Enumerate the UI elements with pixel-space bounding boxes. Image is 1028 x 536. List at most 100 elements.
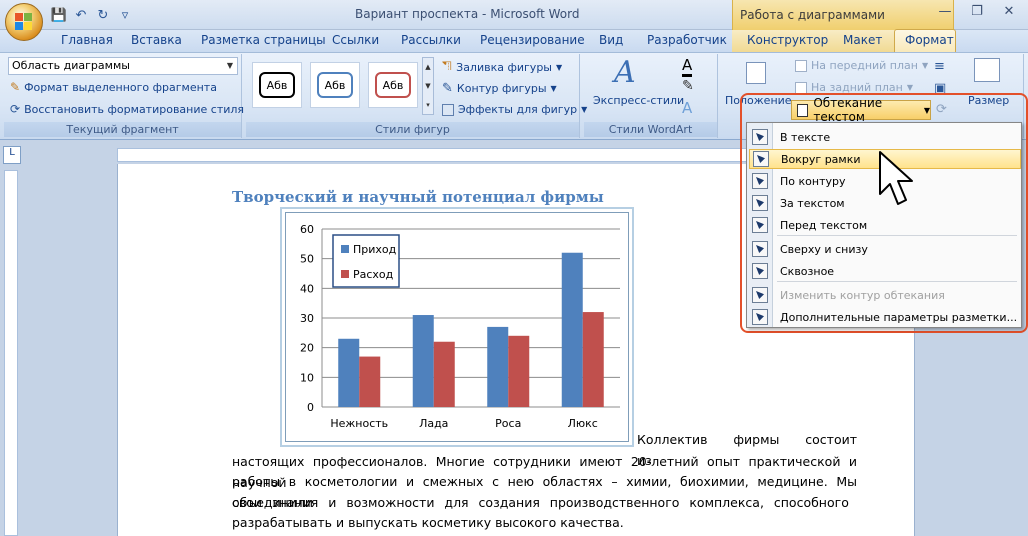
customize-icon[interactable]: ▿	[116, 6, 134, 24]
menu-item-label: Перед текстом	[780, 218, 868, 232]
y-tick-label: 60	[300, 223, 314, 236]
menu-item-label: Дополнительные параметры разметки...	[780, 310, 1018, 324]
chart-area[interactable]: 0 10 20 30 40 50 60 Нежность Лада Роса Люкс Приход Р…	[285, 212, 629, 442]
shape-style-red[interactable]: Абв	[368, 62, 418, 108]
menu-separator	[777, 281, 1017, 282]
styles-scroll[interactable]: ▲ ▼ ▾	[422, 57, 434, 115]
y-tick-label: 10	[300, 371, 314, 384]
bring-front-icon	[795, 59, 807, 72]
menu-item-label: Изменить контур обтекания	[780, 288, 945, 302]
wrap-edit-points-icon	[752, 287, 768, 303]
tab-references[interactable]: Ссылки	[332, 33, 379, 47]
wrap-through-icon	[752, 263, 768, 279]
menu-item-wrap-top-bottom[interactable]: Сверху и снизу	[749, 239, 1021, 259]
y-tick-label: 20	[300, 342, 314, 355]
minimize-icon[interactable]: —	[932, 4, 958, 24]
menu-item-wrap-more-options[interactable]: Дополнительные параметры разметки...	[749, 307, 1021, 327]
menu-item-label: Вокруг рамки	[781, 152, 861, 166]
shape-style-black[interactable]: Абв	[252, 62, 302, 108]
reset-style-button[interactable]: ⟳ Восстановить форматирование стиля	[10, 102, 244, 116]
menu-item-label: По контуру	[780, 174, 846, 188]
y-tick-label: 40	[300, 282, 314, 295]
send-back-icon	[795, 81, 807, 94]
menu-item-label: В тексте	[780, 130, 831, 144]
chart-tools-title: Работа с диаграммами	[740, 8, 885, 22]
format-selection-button[interactable]: ✎ Формат выделенного фрагмента	[10, 80, 217, 94]
size-icon[interactable]	[974, 58, 1000, 82]
wrap-tight-icon	[752, 173, 768, 189]
tab-home[interactable]: Главная	[61, 33, 113, 47]
office-button[interactable]	[5, 3, 43, 41]
save-icon[interactable]: 💾	[50, 6, 68, 24]
tab-design[interactable]: Конструктор	[747, 33, 828, 47]
wrap-inline-icon	[752, 129, 768, 145]
tab-selector[interactable]: L	[3, 146, 21, 164]
shape-fill-button[interactable]: ⛠ Заливка фигуры ▼	[442, 59, 562, 76]
paint-bucket-icon: ⛠	[442, 59, 453, 74]
quick-access-toolbar: 💾 ↶ ↻ ▿	[50, 5, 134, 25]
wrap-text-button[interactable]: Обтекание текстом ▼	[791, 96, 931, 124]
office-logo-icon	[15, 13, 33, 31]
shape-outline-button[interactable]: ✎ Контур фигуры ▼	[442, 81, 557, 96]
text-fill-icon[interactable]: A	[682, 56, 693, 77]
tab-insert[interactable]: Вставка	[131, 33, 182, 47]
express-styles-button[interactable]: Экспресс-стили	[593, 94, 684, 107]
bar-income	[338, 338, 360, 407]
wrap-square-icon	[753, 151, 769, 167]
text-effects-icon[interactable]: A	[682, 99, 692, 117]
tab-layout[interactable]: Макет	[843, 33, 882, 47]
x-tick-label: Нежность	[330, 417, 388, 430]
menu-item-wrap-through[interactable]: Сквозное	[749, 261, 1021, 281]
tab-developer[interactable]: Разработчик	[647, 33, 727, 47]
bar-expense	[508, 335, 530, 407]
group-label-wordart: Стили WordArt	[584, 122, 717, 137]
menu-item-wrap-edit-points: Изменить контур обтекания	[749, 285, 1021, 305]
bar-income	[487, 326, 509, 407]
shape-effects-button[interactable]: Эффекты для фигур ▼	[442, 103, 587, 116]
text-outline-icon[interactable]: ✎	[682, 78, 694, 94]
menu-item-label: Сквозное	[780, 264, 835, 278]
tab-format[interactable]: Формат	[905, 33, 954, 47]
chart-frame[interactable]: 0 10 20 30 40 50 60 Нежность Лада Роса Люкс Приход Р…	[280, 207, 634, 447]
wrap-behind-icon	[752, 195, 768, 211]
tab-view[interactable]: Вид	[599, 33, 623, 47]
wrap-more-options-icon	[752, 309, 768, 325]
position-icon[interactable]	[746, 62, 766, 84]
effects-icon	[442, 103, 454, 116]
y-tick-label: 50	[300, 253, 314, 266]
legend-swatch	[341, 270, 349, 278]
menu-item-wrap-inline[interactable]: В тексте	[749, 127, 1021, 147]
paragraph-line-4: свои знания и возможности для создания п…	[232, 495, 849, 510]
x-tick-label: Люкс	[568, 417, 598, 430]
restore-icon[interactable]: ❐	[964, 4, 990, 24]
menu-item-wrap-in-front[interactable]: Перед текстом	[749, 215, 1021, 235]
pencil-icon: ✎	[442, 81, 453, 96]
chart-element-select[interactable]: Область диаграммы ▼	[8, 57, 238, 75]
vertical-ruler[interactable]	[4, 170, 18, 536]
wrap-text-icon	[797, 103, 809, 117]
tab-review[interactable]: Рецензирование	[480, 33, 585, 47]
paragraph-line-5: разрабатывать и выпускать косметику высо…	[232, 515, 624, 530]
group-label-current-fragment: Текущий фрагмент	[4, 122, 241, 137]
undo-icon[interactable]: ↶	[72, 6, 90, 24]
bar-expense	[433, 341, 455, 407]
format-selection-icon: ✎	[10, 80, 21, 94]
bar-expense	[582, 312, 604, 407]
tab-page-layout[interactable]: Разметка страницы	[201, 33, 326, 47]
y-tick-label: 30	[300, 312, 314, 325]
shape-style-blue[interactable]: Абв	[310, 62, 360, 108]
chevron-down-icon: ▼	[923, 105, 930, 115]
wrap-top-bottom-icon	[752, 241, 768, 257]
mouse-cursor-icon	[879, 151, 913, 205]
align-icon[interactable]: ≡	[934, 59, 945, 74]
menu-item-label: За текстом	[780, 196, 845, 210]
tab-mailings[interactable]: Рассылки	[401, 33, 461, 47]
close-icon[interactable]: ✕	[996, 4, 1022, 24]
redo-icon[interactable]: ↻	[94, 6, 112, 24]
bar-expense	[359, 356, 381, 407]
legend-label: Приход	[353, 243, 397, 256]
bring-front-button[interactable]: На передний план ▼	[795, 59, 928, 72]
wrap-in-front-icon	[752, 217, 768, 233]
wordart-a-icon[interactable]: A	[614, 55, 636, 90]
menu-separator	[777, 235, 1017, 236]
